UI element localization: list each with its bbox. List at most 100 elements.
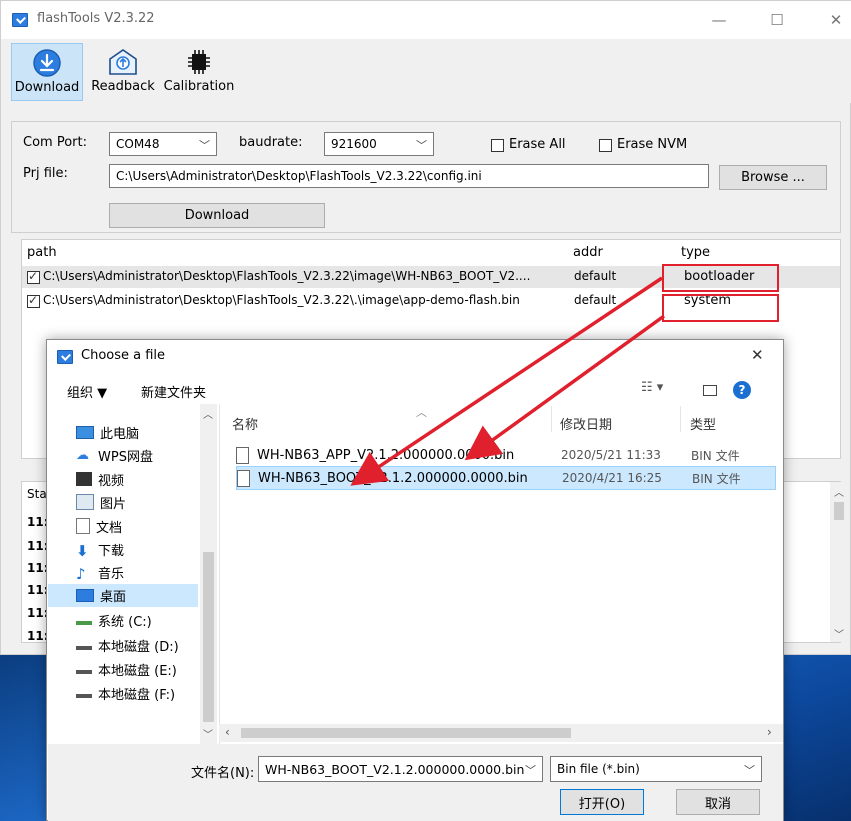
file-type-filter[interactable]: Bin file (*.bin) ﹀ — [550, 756, 762, 782]
baudrate-label: baudrate: — [239, 135, 303, 150]
scroll-left-icon[interactable]: ‹ — [225, 725, 230, 739]
download-tool-button[interactable]: Download — [11, 43, 83, 101]
browse-button[interactable]: Browse ... — [719, 165, 827, 190]
view-options-icon[interactable]: ☷ ▾ — [641, 380, 663, 395]
dialog-close-button[interactable]: ✕ — [751, 346, 764, 364]
open-button[interactable]: 打开(O) — [560, 789, 644, 815]
drive-icon — [76, 664, 92, 674]
scroll-up-icon[interactable]: ︿ — [203, 406, 213, 421]
file-row[interactable]: WH-NB63_APP_V2.1.2.000000.0000.bin 2020/… — [236, 444, 776, 466]
maximize-button[interactable]: ☐ — [757, 5, 797, 35]
chevron-down-icon: ﹀ — [416, 139, 427, 152]
calibration-tool-label: Calibration — [163, 79, 235, 94]
minimize-button[interactable]: — — [699, 5, 739, 35]
chevron-down-icon: ﹀ — [744, 764, 755, 777]
date-column-header[interactable]: 修改日期 — [560, 414, 612, 433]
baudrate-select[interactable]: 921600 ﹀ — [324, 132, 434, 156]
file-row-selected[interactable]: WH-NB63_BOOT_V2.1.2.000000.0000.bin 2020… — [236, 466, 776, 490]
log-scroll-thumb[interactable] — [834, 502, 844, 520]
cancel-button[interactable]: 取消 — [676, 789, 760, 815]
dialog-footer: 文件名(N): WH-NB63_BOOT_V2.1.2.000000.0000.… — [48, 744, 783, 821]
row-path: C:\Users\Administrator\Desktop\FlashTool… — [43, 269, 531, 283]
drive-icon — [76, 615, 92, 625]
nav-scroll-thumb[interactable] — [203, 552, 214, 722]
nav-wps-cloud[interactable]: ☁ WPS网盘 — [76, 444, 206, 466]
nav-this-pc[interactable]: 此电脑 — [76, 421, 206, 443]
row-addr: default — [574, 293, 617, 307]
nav-drive-e[interactable]: 本地磁盘 (E:) — [76, 658, 206, 680]
prj-file-label: Prj file: — [23, 166, 68, 181]
video-icon — [76, 472, 92, 486]
calibration-tool-button[interactable]: Calibration — [161, 43, 237, 101]
com-port-select[interactable]: COM48 ﹀ — [109, 132, 217, 156]
file-icon — [236, 446, 249, 464]
path-column-header: path — [27, 245, 57, 260]
row-path: C:\Users\Administrator\Desktop\FlashTool… — [43, 293, 520, 307]
baudrate-value: 921600 — [331, 137, 377, 151]
erase-nvm-label: Erase NVM — [617, 137, 688, 152]
file-icon — [237, 469, 250, 487]
name-column-header[interactable]: 名称 — [232, 414, 258, 433]
dialog-title: Choose a file — [81, 348, 166, 363]
choose-file-dialog: Choose a file ✕ 组织 ▼ 新建文件夹 ☷ ▾ ? 此电脑 ☁ W… — [46, 339, 784, 821]
log-scrollbar[interactable]: ︿ ﹀ — [830, 482, 848, 642]
organize-menu[interactable]: 组织 ▼ — [67, 382, 107, 401]
download-icon — [33, 49, 61, 77]
prj-file-field[interactable]: C:\Users\Administrator\Desktop\FlashTool… — [109, 164, 709, 188]
column-divider — [680, 406, 681, 432]
status-column-header: Sta — [27, 487, 47, 501]
nav-pictures[interactable]: 图片 — [76, 491, 206, 513]
row-checkbox[interactable] — [27, 293, 40, 308]
cloud-icon: ☁ — [76, 448, 89, 463]
app-icon — [12, 13, 28, 27]
desktop-icon — [76, 589, 94, 602]
erase-nvm-checkbox[interactable] — [599, 139, 612, 152]
scroll-up-icon[interactable]: ︿ — [834, 484, 844, 499]
com-port-label: Com Port: — [23, 135, 87, 150]
help-icon[interactable]: ? — [733, 381, 751, 399]
drive-icon — [76, 688, 92, 698]
computer-icon — [76, 425, 94, 439]
nav-music[interactable]: ♪ 音乐 — [76, 561, 206, 583]
com-port-value: COM48 — [116, 137, 160, 151]
row-addr: default — [574, 269, 617, 283]
document-icon — [76, 518, 90, 534]
nav-documents[interactable]: 文档 — [76, 515, 206, 537]
nav-drive-c[interactable]: 系统 (C:) — [76, 609, 206, 631]
title-bar: flashTools V2.3.22 — ☐ ✕ — [1, 1, 851, 39]
erase-all-checkbox[interactable] — [491, 139, 504, 152]
download-button[interactable]: Download — [109, 203, 325, 228]
sort-up-icon: ︿ — [416, 406, 427, 419]
bootloader-highlight-box — [662, 264, 779, 292]
filename-combo[interactable]: WH-NB63_BOOT_V2.1.2.000000.0000.bin ﹀ — [258, 756, 543, 782]
chevron-down-icon: ﹀ — [525, 764, 536, 777]
nav-downloads[interactable]: ⬇ 下载 — [76, 538, 206, 560]
nav-desktop[interactable]: 桌面 — [48, 584, 198, 607]
nav-videos[interactable]: 视频 — [76, 468, 206, 490]
type-column-header: type — [681, 245, 711, 260]
close-button[interactable]: ✕ — [816, 5, 851, 35]
type-column-header[interactable]: 类型 — [690, 414, 716, 433]
row-checkbox[interactable] — [27, 269, 40, 284]
filter-value: Bin file (*.bin) — [557, 762, 640, 776]
nav-scrollbar[interactable]: ︿ ﹀ — [200, 404, 217, 744]
scroll-right-icon[interactable]: › — [767, 725, 772, 739]
addr-column-header: addr — [573, 245, 603, 260]
preview-pane-icon[interactable] — [703, 385, 717, 396]
readback-tool-button[interactable]: Readback — [89, 43, 157, 101]
window-title: flashTools V2.3.22 — [37, 11, 155, 26]
erase-all-label: Erase All — [509, 137, 566, 152]
new-folder-button[interactable]: 新建文件夹 — [141, 382, 206, 401]
nav-drive-d[interactable]: 本地磁盘 (D:) — [76, 634, 206, 656]
music-icon: ♪ — [76, 565, 86, 583]
download-arrow-icon: ⬇ — [76, 542, 89, 560]
nav-drive-f[interactable]: 本地磁盘 (F:) — [76, 682, 206, 704]
drive-icon — [76, 640, 92, 650]
file-list-hscrollbar[interactable]: ‹ › — [219, 724, 783, 742]
hscroll-thumb[interactable] — [241, 728, 571, 738]
scroll-down-icon[interactable]: ﹀ — [834, 626, 844, 641]
file-list: 名称 ︿ 修改日期 类型 WH-NB63_APP_V2.1.2.000000.0… — [219, 404, 783, 744]
download-tool-label: Download — [14, 80, 80, 95]
column-divider — [551, 406, 552, 432]
scroll-down-icon[interactable]: ﹀ — [203, 726, 213, 741]
